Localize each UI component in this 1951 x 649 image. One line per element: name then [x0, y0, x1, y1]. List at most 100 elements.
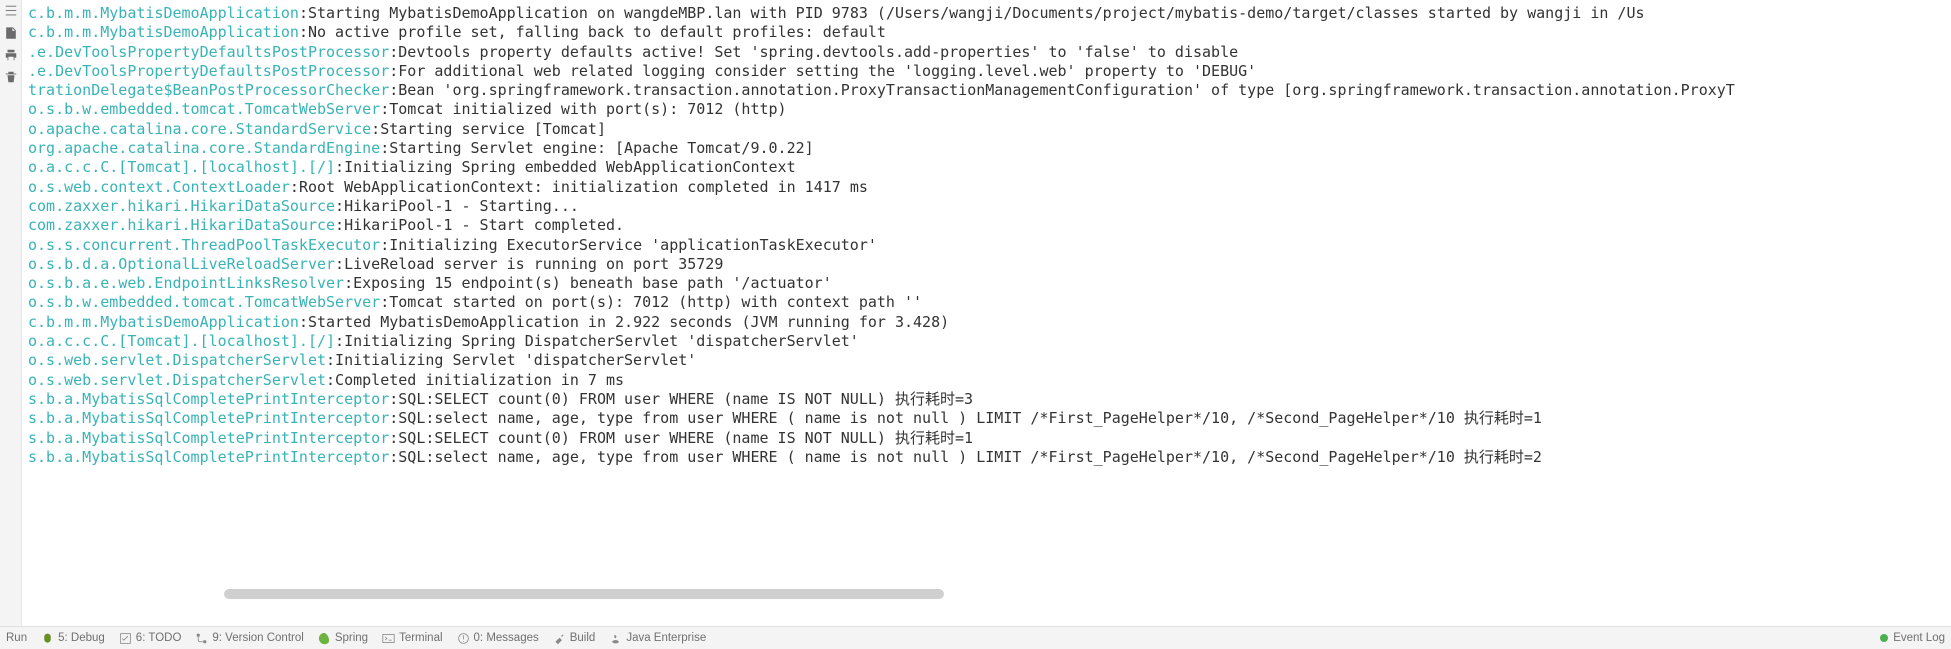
tool-window-tab-messages[interactable]: 0: Messages	[457, 632, 539, 645]
log-message: Bean 'org.springframework.transaction.an…	[398, 81, 1735, 100]
log-message: LiveReload server is running on port 357…	[344, 255, 723, 274]
tool-window-tab-vcs[interactable]: 9: Version Control	[195, 632, 303, 645]
log-logger: com.zaxxer.hikari.HikariDataSource	[28, 197, 335, 216]
log-logger: com.zaxxer.hikari.HikariDataSource	[28, 216, 335, 235]
event-log-button[interactable]: Event Log	[1880, 632, 1945, 644]
tool-window-tab-terminal[interactable]: Terminal	[382, 632, 442, 645]
log-logger: s.b.a.MybatisSqlCompletePrintInterceptor	[28, 448, 389, 467]
trash-icon[interactable]	[4, 70, 18, 84]
tool-window-tab-todo[interactable]: 6: TODO	[119, 632, 182, 645]
log-separator: :	[335, 158, 344, 177]
log-message: SQL:select name, age, type from user WHE…	[398, 409, 1542, 428]
log-logger: o.s.b.a.e.web.EndpointLinksResolver	[28, 274, 344, 293]
log-separator: :	[380, 293, 389, 312]
log-logger: c.b.m.m.MybatisDemoApplication	[28, 4, 299, 23]
bottom-tool-window-bar: Run 5: Debug 6: TODO 9: Version Control …	[0, 626, 1951, 649]
event-log-status-icon	[1880, 634, 1888, 642]
log-logger: o.apache.catalina.core.StandardService	[28, 120, 371, 139]
log-separator: :	[299, 4, 308, 23]
log-message: Devtools property defaults active! Set '…	[398, 43, 1238, 62]
log-line: .e.DevToolsPropertyDefaultsPostProcessor…	[28, 62, 1951, 81]
tool-window-tab-javaee[interactable]: Java Enterprise	[609, 632, 706, 645]
log-separator: :	[326, 351, 335, 370]
log-separator: :	[290, 178, 299, 197]
tool-window-tab-build[interactable]: Build	[553, 632, 596, 645]
log-message: SQL:select name, age, type from user WHE…	[398, 448, 1542, 467]
log-separator: :	[299, 23, 308, 42]
log-line: o.a.c.c.C.[Tomcat].[localhost].[/] : Ini…	[28, 332, 1951, 351]
log-message: Initializing ExecutorService 'applicatio…	[389, 236, 877, 255]
print-icon[interactable]	[4, 48, 18, 62]
log-logger: c.b.m.m.MybatisDemoApplication	[28, 313, 299, 332]
log-line: o.s.web.servlet.DispatcherServlet : Init…	[28, 351, 1951, 370]
log-separator: :	[335, 197, 344, 216]
log-line: c.b.m.m.MybatisDemoApplication : Startin…	[28, 4, 1951, 23]
log-line: o.s.web.context.ContextLoader : Root Web…	[28, 178, 1951, 197]
log-line: o.s.b.d.a.OptionalLiveReloadServer : Liv…	[28, 255, 1951, 274]
log-message: SQL:SELECT count(0) FROM user WHERE (nam…	[398, 390, 973, 409]
log-message: Tomcat initialized with port(s): 7012 (h…	[389, 100, 786, 119]
log-separator: :	[389, 429, 398, 448]
log-message: For additional web related logging consi…	[398, 62, 1256, 81]
log-message: HikariPool-1 - Start completed.	[344, 216, 624, 235]
log-logger: s.b.a.MybatisSqlCompletePrintInterceptor	[28, 429, 389, 448]
log-separator: :	[389, 81, 398, 100]
log-line: .e.DevToolsPropertyDefaultsPostProcessor…	[28, 43, 1951, 62]
export-icon[interactable]	[4, 26, 18, 40]
log-message: Exposing 15 endpoint(s) beneath base pat…	[353, 274, 832, 293]
tool-window-tab-spring[interactable]: Spring	[318, 632, 368, 645]
log-separator: :	[335, 216, 344, 235]
gutter-toolbar	[0, 0, 22, 626]
log-line: s.b.a.MybatisSqlCompletePrintInterceptor…	[28, 448, 1951, 467]
log-line: o.s.b.w.embedded.tomcat.TomcatWebServer …	[28, 100, 1951, 119]
log-message: Initializing Servlet 'dispatcherServlet'	[335, 351, 696, 370]
console-output: c.b.m.m.MybatisDemoApplication : Startin…	[22, 0, 1951, 626]
log-separator: :	[335, 332, 344, 351]
log-line: s.b.a.MybatisSqlCompletePrintInterceptor…	[28, 409, 1951, 428]
log-message: SQL:SELECT count(0) FROM user WHERE (nam…	[398, 429, 973, 448]
log-line: com.zaxxer.hikari.HikariDataSource : Hik…	[28, 197, 1951, 216]
log-separator: :	[380, 100, 389, 119]
log-separator: :	[344, 274, 353, 293]
log-separator: :	[380, 236, 389, 255]
log-logger: .e.DevToolsPropertyDefaultsPostProcessor	[28, 43, 389, 62]
tool-window-tab-debug[interactable]: 5: Debug	[41, 632, 105, 645]
log-separator: :	[299, 313, 308, 332]
log-separator: :	[389, 62, 398, 81]
log-message: Initializing Spring embedded WebApplicat…	[344, 158, 796, 177]
log-separator: :	[326, 371, 335, 390]
log-line: com.zaxxer.hikari.HikariDataSource : Hik…	[28, 216, 1951, 235]
log-message: HikariPool-1 - Starting...	[344, 197, 579, 216]
log-separator: :	[371, 120, 380, 139]
tool-window-tab-run[interactable]: Run	[6, 632, 27, 644]
log-line: s.b.a.MybatisSqlCompletePrintInterceptor…	[28, 390, 1951, 409]
log-separator: :	[389, 409, 398, 428]
log-message: Starting MybatisDemoApplication on wangd…	[308, 4, 1645, 23]
log-line: o.s.web.servlet.DispatcherServlet : Comp…	[28, 371, 1951, 390]
line-separator-icon[interactable]	[4, 4, 18, 18]
log-logger: o.s.b.w.embedded.tomcat.TomcatWebServer	[28, 293, 380, 312]
log-logger: o.s.s.concurrent.ThreadPoolTaskExecutor	[28, 236, 380, 255]
log-logger: org.apache.catalina.core.StandardEngine	[28, 139, 380, 158]
log-message: No active profile set, falling back to d…	[308, 23, 886, 42]
log-line: o.s.b.w.embedded.tomcat.TomcatWebServer …	[28, 293, 1951, 312]
log-message: Tomcat started on port(s): 7012 (http) w…	[389, 293, 922, 312]
log-separator: :	[389, 390, 398, 409]
log-line: c.b.m.m.MybatisDemoApplication : Started…	[28, 313, 1951, 332]
log-message: Completed initialization in 7 ms	[335, 371, 624, 390]
log-message: Starting Servlet engine: [Apache Tomcat/…	[389, 139, 813, 158]
log-logger: o.a.c.c.C.[Tomcat].[localhost].[/]	[28, 332, 335, 351]
log-logger: o.s.b.w.embedded.tomcat.TomcatWebServer	[28, 100, 380, 119]
log-logger: o.a.c.c.C.[Tomcat].[localhost].[/]	[28, 158, 335, 177]
log-logger: o.s.web.servlet.DispatcherServlet	[28, 351, 326, 370]
log-separator: :	[389, 43, 398, 62]
log-logger: .e.DevToolsPropertyDefaultsPostProcessor	[28, 62, 389, 81]
horizontal-scrollbar[interactable]	[44, 585, 1951, 603]
log-logger: trationDelegate$BeanPostProcessorChecker	[28, 81, 389, 100]
log-logger: o.s.b.d.a.OptionalLiveReloadServer	[28, 255, 335, 274]
log-line: trationDelegate$BeanPostProcessorChecker…	[28, 81, 1951, 100]
console-output-pane[interactable]: c.b.m.m.MybatisDemoApplication : Startin…	[22, 0, 1951, 626]
log-logger: o.s.web.servlet.DispatcherServlet	[28, 371, 326, 390]
log-line: org.apache.catalina.core.StandardEngine …	[28, 139, 1951, 158]
log-separator: :	[380, 139, 389, 158]
